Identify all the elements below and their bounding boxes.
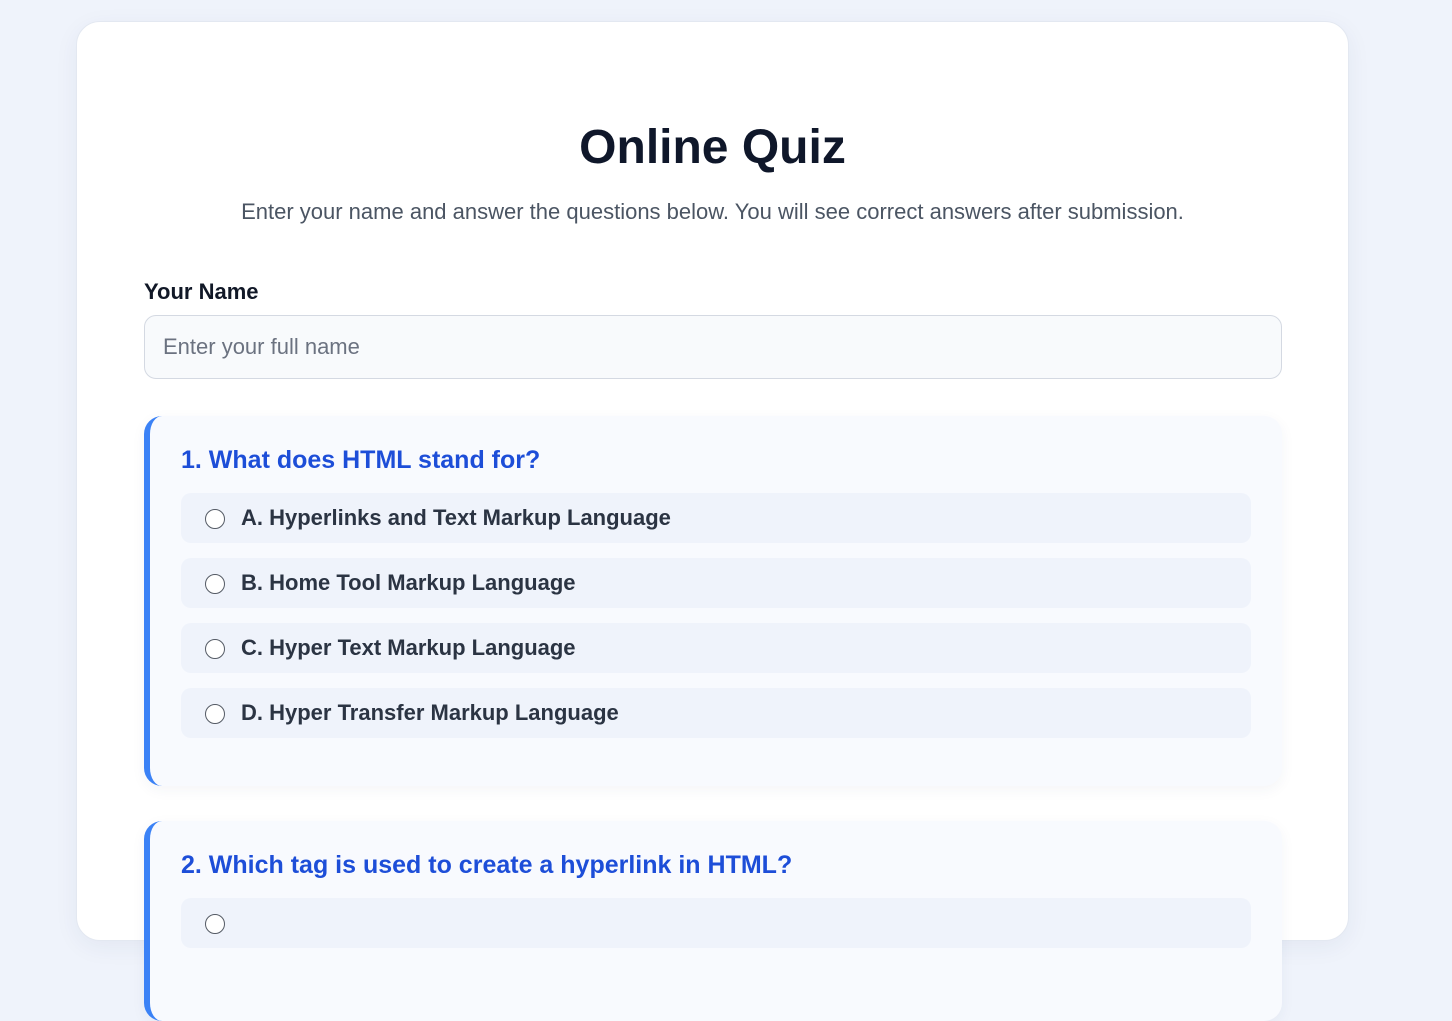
page-subtitle: Enter your name and answer the questions… <box>241 199 1184 224</box>
name-input[interactable] <box>144 315 1282 379</box>
option-label: D. Hyper Transfer Markup Language <box>241 700 619 725</box>
radio-button[interactable] <box>205 574 225 594</box>
option-1d[interactable]: D. Hyper Transfer Markup Language <box>181 688 1251 738</box>
name-label: Your Name <box>144 279 259 304</box>
radio-button[interactable] <box>205 914 225 934</box>
radio-button[interactable] <box>205 509 225 529</box>
option-label: A. Hyperlinks and Text Markup Language <box>241 505 671 530</box>
option-label: C. Hyper Text Markup Language <box>241 635 576 660</box>
quiz-card: Online Quiz Enter your name and answer t… <box>76 21 1349 1021</box>
option-1b[interactable]: B. Home Tool Markup Language <box>181 558 1251 608</box>
question-card-2: 2. Which tag is used to create a hyperli… <box>144 821 1282 1021</box>
option-1a[interactable]: A. Hyperlinks and Text Markup Language <box>181 493 1251 543</box>
question-card-1: 1. What does HTML stand for? A. Hyperlin… <box>144 416 1282 786</box>
question-text-2: 2. Which tag is used to create a hyperli… <box>181 851 793 879</box>
radio-button[interactable] <box>205 704 225 724</box>
radio-button[interactable] <box>205 639 225 659</box>
page-title: Online Quiz <box>579 121 846 174</box>
option-2a[interactable] <box>181 898 1251 948</box>
option-label: B. Home Tool Markup Language <box>241 570 576 595</box>
option-1c[interactable]: C. Hyper Text Markup Language <box>181 623 1251 673</box>
question-text-1: 1. What does HTML stand for? <box>181 446 541 474</box>
